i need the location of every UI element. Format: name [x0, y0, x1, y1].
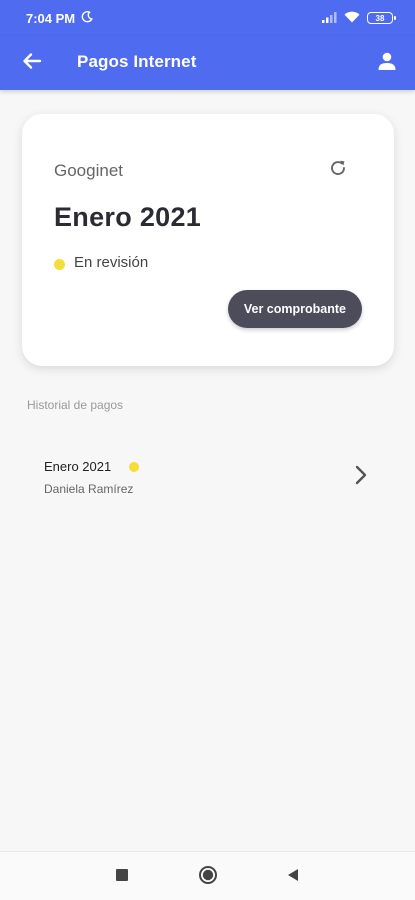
- back-button[interactable]: [18, 49, 46, 77]
- view-receipt-button[interactable]: Ver comprobante: [227, 290, 362, 328]
- account-button[interactable]: [373, 49, 401, 77]
- recents-square-icon: [115, 868, 129, 887]
- history-item-subtitle: Daniela Ramírez: [44, 482, 134, 496]
- status-dot-icon: [54, 259, 65, 270]
- app-bar: Pagos Internet: [0, 36, 415, 90]
- page-title: Pagos Internet: [77, 52, 197, 71]
- home-circle-icon: [198, 865, 218, 890]
- battery-level: 38: [375, 13, 385, 23]
- payment-card: Googinet Enero 2021 En revisión Ver comp…: [22, 114, 394, 366]
- chevron-right-icon: [351, 462, 371, 488]
- history-section-label: Historial de pagos: [27, 398, 124, 412]
- back-triangle-icon: [286, 868, 300, 887]
- refresh-icon: [328, 158, 348, 183]
- arrow-left-icon: [22, 51, 42, 76]
- signal-icon: [321, 11, 337, 26]
- refresh-button[interactable]: [326, 158, 350, 182]
- wifi-icon: [344, 11, 360, 26]
- system-nav-bar: [0, 851, 415, 900]
- system-back-button[interactable]: [282, 866, 304, 888]
- status-right: 38: [321, 11, 396, 26]
- payment-period: Enero 2021: [54, 202, 202, 232]
- history-list-item[interactable]: Enero 2021 Daniela Ramírez: [0, 448, 415, 504]
- status-bar: 7:04 PM 38: [0, 0, 415, 36]
- history-item-title: Enero 2021: [44, 459, 112, 474]
- provider-name: Googinet: [54, 161, 123, 180]
- recents-button[interactable]: [111, 866, 133, 888]
- home-button[interactable]: [197, 865, 219, 890]
- payment-status: En revisión: [54, 254, 148, 271]
- person-icon: [377, 51, 397, 76]
- moon-icon: [81, 10, 94, 26]
- status-left: 7:04 PM: [26, 10, 94, 26]
- battery-icon: 38: [367, 12, 396, 24]
- history-status-dot-icon: [129, 462, 139, 472]
- status-label: En revisión: [74, 254, 149, 271]
- status-time: 7:04 PM: [26, 10, 76, 26]
